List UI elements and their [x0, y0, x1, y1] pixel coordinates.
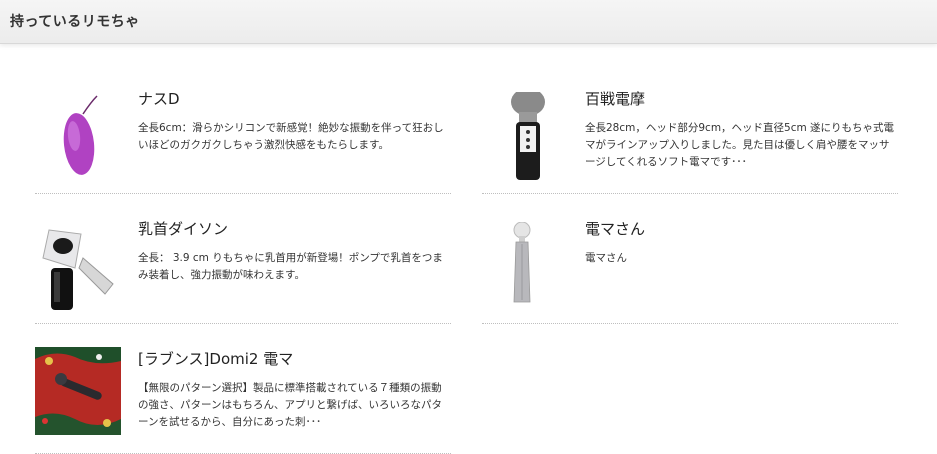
product-name[interactable]: [ラブンス]Domi2 電マ	[138, 348, 293, 369]
product-thumbnail[interactable]	[35, 347, 121, 435]
product-thumbnail[interactable]	[35, 92, 121, 180]
product-thumbnail[interactable]	[35, 222, 121, 310]
list-item[interactable]: ナスD 全長6cm：滑らかシリコンで新感覚！絶妙な振動を伴って狂おしいほどのガク…	[35, 65, 451, 194]
product-name[interactable]: 電マさん	[585, 218, 645, 239]
product-description: 全長28cm，ヘッド部分9cm，ヘッド直径5cm 遂にりもちゃ式電マがラインアッ…	[585, 122, 895, 168]
list-item[interactable]: 電マさん 電マさん	[482, 195, 898, 324]
product-description: 全長： 3.9 cm りもちゃに乳首用が新登場！ポンプで乳首をつまみ装着し、強力…	[138, 252, 443, 281]
product-name[interactable]: ナスD	[138, 88, 180, 109]
product-description: 全長6cm：滑らかシリコンで新感覚！絶妙な振動を伴って狂おしいほどのガクガクしち…	[138, 122, 444, 151]
nipple-suction-device-icon	[35, 222, 121, 310]
christmas-wand-photo-icon	[35, 347, 121, 435]
grey-wand-massager-icon	[482, 222, 568, 310]
product-thumbnail[interactable]	[482, 92, 568, 180]
wand-massager-icon	[482, 92, 568, 180]
product-name[interactable]: 百戦電摩	[585, 88, 645, 109]
product-description: 【無限のパターン選択】製品に標準搭載されている７種類の振動の強さ、パターンはもち…	[138, 382, 442, 428]
product-thumbnail[interactable]	[482, 222, 568, 310]
page-header: 持っているリモちゃ	[0, 0, 937, 44]
product-description: 電マさん	[585, 252, 627, 264]
purple-egg-vibrator-icon	[35, 92, 121, 180]
product-name[interactable]: 乳首ダイソン	[138, 218, 228, 239]
list-item[interactable]: 乳首ダイソン 全長： 3.9 cm りもちゃに乳首用が新登場！ポンプで乳首をつま…	[35, 195, 451, 324]
list-item[interactable]: [ラブンス]Domi2 電マ 【無限のパターン選択】製品に標準搭載されている７種…	[35, 325, 451, 454]
page-title: 持っているリモちゃ	[10, 14, 140, 30]
list-item[interactable]: 百戦電摩 全長28cm，ヘッド部分9cm，ヘッド直径5cm 遂にりもちゃ式電マが…	[482, 65, 898, 194]
